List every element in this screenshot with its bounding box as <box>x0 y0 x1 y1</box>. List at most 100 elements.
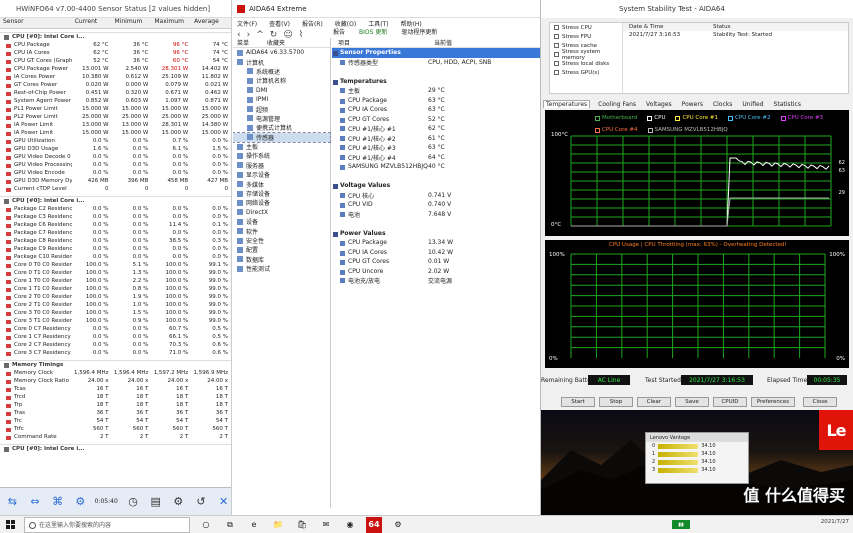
legend-checkbox[interactable] <box>647 127 653 133</box>
taskbar-app[interactable]: ⧉ <box>222 517 238 533</box>
battery-icon[interactable]: ▮▮ <box>672 520 690 529</box>
checkbox-box[interactable] <box>554 70 559 75</box>
stress-checkbox[interactable]: Stress FPU <box>550 32 622 41</box>
checkbox-box[interactable] <box>554 52 559 57</box>
detail-row[interactable]: CPU #1/核心 #4 64 °C <box>332 153 540 163</box>
network-settings-icon[interactable]: ⚙ <box>72 493 89 511</box>
sensor-row[interactable]: Memory Clock 1,596.4 MHz 1,596.4 MHz 1,597.… <box>0 369 231 377</box>
tree-item[interactable]: 超频 <box>233 104 330 114</box>
menu-file[interactable]: 文件(F) <box>237 19 257 28</box>
detail-row[interactable]: Voltage Values <box>332 181 540 191</box>
tree-item[interactable]: 电源管理 <box>233 114 330 123</box>
detail-row[interactable]: CPU VID 0.740 V <box>332 200 540 210</box>
sensor-row[interactable]: Trp 18 T 18 T 18 T 18 T <box>0 401 231 409</box>
legend-checkbox[interactable] <box>595 127 600 133</box>
save-button[interactable]: Save <box>675 397 709 407</box>
detail-row[interactable]: CPU IA Cores 10.42 W <box>332 248 540 258</box>
detail-row[interactable]: 电池充/放电 交流电源 <box>332 276 540 286</box>
sensor-row[interactable]: Trfc 560 T 560 T 560 T 560 T <box>0 425 231 433</box>
tree-item[interactable]: 存储设备 <box>233 189 330 198</box>
sensor-row[interactable]: Memory Clock Ratio 24.00 x 24.00 x 24.00 x 2… <box>0 377 231 385</box>
col-current[interactable]: Current <box>72 18 112 28</box>
legend-checkbox[interactable] <box>780 115 786 121</box>
windows-start-icon[interactable] <box>6 520 15 529</box>
graph-tab[interactable]: Unified <box>740 101 765 108</box>
sensor-row[interactable]: PL1 Power Limit 15.000 W 15.000 W 15.000 W 1… <box>0 105 231 113</box>
sensor-row[interactable]: Trcd 18 T 18 T 18 T 18 T <box>0 393 231 401</box>
graph-tab[interactable]: Temperatures <box>543 100 591 108</box>
taskbar-app[interactable]: ⚙ <box>390 517 406 533</box>
detail-row[interactable]: CPU 核心 0.741 V <box>332 191 540 201</box>
sensor-row[interactable]: Package C8 Residency 0.0 % 0.0 % 38.5 % 0.3 … <box>0 237 231 245</box>
settings-icon[interactable]: ⚙ <box>170 493 187 511</box>
report-icon[interactable]: ▤ <box>147 493 164 511</box>
detail-row[interactable] <box>332 67 540 77</box>
hwinfo-sensor-list[interactable]: CPU [#0]: Intel Core i... CPU Package 62 °… <box>0 32 231 453</box>
tree-item[interactable]: 主板 <box>233 142 330 151</box>
checkbox-box[interactable] <box>554 25 559 30</box>
arrows-collapse-icon[interactable]: ⇔ <box>27 493 44 511</box>
sensor-row[interactable]: GPU D3D Memory Dynamic 426 MB 396 MB 458 MB… <box>0 177 231 185</box>
col-minimum[interactable]: Minimum <box>112 18 152 28</box>
tree-tab-favorites[interactable]: 收藏夹 <box>267 38 285 47</box>
tree-item[interactable]: AIDA64 v6.33.5700 <box>233 48 330 57</box>
detail-row[interactable]: CPU Package 13.34 W <box>332 238 540 248</box>
tree-item[interactable]: 显示设备 <box>233 170 330 179</box>
checkbox-box[interactable] <box>554 61 559 66</box>
sensor-row[interactable]: Core 0 T1 C0 Residency 100.0 % 1.3 % 100.0 … <box>0 269 231 277</box>
tree-item[interactable]: DMI <box>233 86 330 95</box>
sensor-row[interactable]: Package C2 Residency 0.0 % 0.0 % 0.0 % 0.0 % <box>0 205 231 213</box>
detail-row[interactable] <box>332 219 540 229</box>
tree-item[interactable]: 数据库 <box>233 255 330 264</box>
detail-row[interactable]: Sensor Properties <box>332 48 540 58</box>
sensor-row[interactable]: Rest-of-Chip Power 0.451 W 0.320 W 0.671 W 0… <box>0 89 231 97</box>
tree-item[interactable]: 计算机 <box>233 57 330 67</box>
sensor-row[interactable]: GT Cores Power 0.020 W 0.000 W 0.079 W 0.021… <box>0 81 231 89</box>
menu-report[interactable]: 报告(R) <box>302 19 323 28</box>
legend-checkbox[interactable] <box>647 115 653 121</box>
graph-tab[interactable]: Cooling Fans <box>596 101 638 108</box>
sensor-row[interactable]: Command Rate 2 T 2 T 2 T 2 T <box>0 433 231 441</box>
sensor-row[interactable]: Core 2 T0 C0 Residency 100.0 % 1.9 % 100.0 … <box>0 293 231 301</box>
tree-item[interactable]: 便携式计算机 <box>233 123 330 132</box>
sensor-row[interactable]: Package C9 Residency 0.0 % 0.0 % 0.0 % 0.0 % <box>0 245 231 253</box>
sensor-row[interactable]: IA Power Limit 13.000 W 13.000 W 28.301 W 14… <box>0 121 231 129</box>
detail-row[interactable]: CPU #1/核心 #1 62 °C <box>332 124 540 134</box>
preferences-button[interactable]: Preferences <box>751 397 795 407</box>
taskbar-app[interactable]: ○ <box>198 517 214 533</box>
taskbar-app[interactable]: ◉ <box>342 517 358 533</box>
stop-button[interactable]: Stop <box>599 397 633 407</box>
start-button[interactable]: Start <box>561 397 595 407</box>
tree-item[interactable]: DirectX <box>233 208 330 217</box>
stress-checkbox[interactable]: Stress GPU(s) <box>550 68 622 77</box>
sensor-row[interactable]: GPU Utilization 0.0 % 0.0 % 0.7 % 0.0 % <box>0 137 231 145</box>
network-icon[interactable]: ⌘ <box>49 493 66 511</box>
close-button[interactable]: Close <box>803 397 837 407</box>
col-average[interactable]: Average <box>191 18 231 28</box>
sensor-row[interactable]: System Agent Power 0.852 W 0.603 W 1.097 W 0… <box>0 97 231 105</box>
cpuid-button[interactable]: CPUID <box>713 397 747 407</box>
legend-checkbox[interactable] <box>595 115 600 121</box>
detail-row[interactable]: 电池 7.648 V <box>332 210 540 220</box>
taskbar-app[interactable]: e <box>246 517 262 533</box>
sensor-row[interactable]: Core 0 T0 C0 Residency 100.0 % 5.1 % 100.0 … <box>0 261 231 269</box>
sensor-row[interactable]: CPU IA Cores 62 °C 36 °C 96 °C 74 °C <box>0 49 231 57</box>
sensor-row[interactable]: Core 1 C7 Residency 0.0 % 0.0 % 66.1 % 0.5 % <box>0 333 231 341</box>
sensor-row[interactable]: Core 3 C7 Residency 0.0 % 0.0 % 71.0 % 0.6 % <box>0 349 231 357</box>
sensor-row[interactable]: Package C6 Residency 0.0 % 0.0 % 11.4 % 0.1 … <box>0 221 231 229</box>
sensor-row[interactable]: CPU Package 62 °C 36 °C 96 °C 74 °C <box>0 41 231 49</box>
detail-row[interactable]: CPU Uncore 2.02 W <box>332 267 540 277</box>
sensor-row[interactable]: GPU Video Processing 0.0 % 0.0 % 0.0 % 0.0 % <box>0 161 231 169</box>
graph-tab[interactable]: Clocks <box>711 101 734 108</box>
detail-row[interactable]: CPU #1/核心 #2 61 °C <box>332 134 540 144</box>
tree-item[interactable]: 性能测试 <box>233 264 330 273</box>
arrows-left-right-icon[interactable]: ⇆ <box>4 493 21 511</box>
taskbar-app[interactable]: 🛍 <box>294 517 310 533</box>
taskbar-app[interactable]: 📁 <box>270 517 286 533</box>
sensor-row[interactable]: IA Cores Power 10.380 W 0.612 W 25.109 W 11.… <box>0 73 231 81</box>
close-icon[interactable]: ✕ <box>215 493 231 511</box>
tree-item[interactable]: 操作系统 <box>233 151 330 160</box>
taskbar-app[interactable]: 64 <box>366 516 382 533</box>
report-button[interactable]: 报告 <box>333 27 345 36</box>
sensor-row[interactable]: GPU Video Decode 0 0.0 % 0.0 % 0.0 % 0.0 % <box>0 153 231 161</box>
